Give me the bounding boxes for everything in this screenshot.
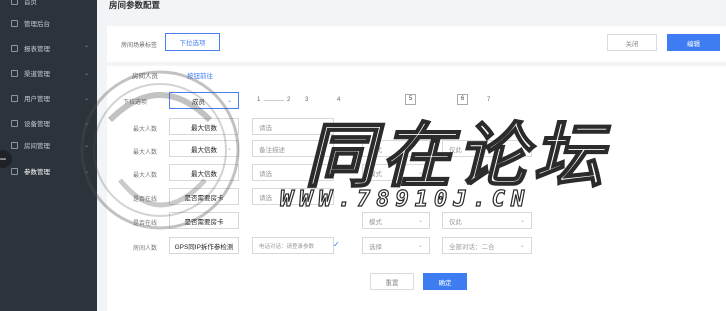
chevron-down-icon: ⌄ <box>417 218 423 224</box>
device-icon <box>11 119 18 127</box>
phone-dialog-field[interactable]: 电话对话：请登录参数 <box>252 237 334 254</box>
edit-button[interactable]: 编辑 <box>667 34 720 51</box>
row7-label: 房间人数 <box>132 246 157 252</box>
max-count-field-2[interactable]: 最大信数 ⌄ <box>169 140 239 157</box>
row4-input-b[interactable]: 模式 ⌄ <box>362 164 430 181</box>
row6-label: 是否在线 <box>132 221 157 227</box>
step-3: 3 <box>305 97 309 103</box>
row6-input-b[interactable]: 模式 ⌄ <box>362 212 430 229</box>
max-count-value: 最大信数 <box>191 146 217 154</box>
row5-label: 是否在线 <box>132 197 157 203</box>
check-icon: ✓ <box>333 240 340 249</box>
row1-label: 下拉选项 <box>122 100 147 106</box>
room-card-field[interactable]: 是否需要房卡 <box>169 188 239 205</box>
member-select[interactable]: 成员 ⌄ <box>169 92 239 109</box>
report-icon <box>11 44 18 52</box>
room-card-field-2[interactable]: 是否需要房卡 <box>169 212 239 229</box>
row4-input-b-text: 模式 <box>369 170 382 178</box>
row7-select[interactable]: 选择 ⌄ <box>362 237 430 254</box>
row5-input-a[interactable]: 请选 <box>252 188 334 205</box>
chevron-down-icon: ⌄ <box>519 243 525 249</box>
max-count-field[interactable]: 最大信数 <box>169 118 239 135</box>
step-2: 2 <box>287 97 291 103</box>
row6-input-c-text: 仅此 <box>449 218 462 226</box>
row3-label: 最大人数 <box>132 150 157 156</box>
room-icon <box>11 141 18 149</box>
sidebar-item-label: 参数管理 <box>24 169 50 176</box>
confirm-button[interactable]: 确定 <box>423 273 467 290</box>
row6-input-c[interactable]: 仅此 ⌄ <box>442 212 532 229</box>
chevron-down-icon: ⌄ <box>83 70 89 77</box>
chevron-down-icon: ⌄ <box>83 142 89 149</box>
remark-field[interactable]: 备注描述 <box>252 140 334 157</box>
sidebar-item-label: 首页 <box>24 0 37 6</box>
chevron-up-icon: ⌃ <box>83 45 89 52</box>
sidebar-item-admin[interactable]: 管理后台 <box>0 14 97 32</box>
sidebar-item-label: 设备管理 <box>24 121 50 128</box>
chevron-down-icon: ⌄ <box>417 243 423 249</box>
row4-input-a[interactable]: 请选 <box>252 164 334 181</box>
dropdown-option-button[interactable]: 下拉选项 <box>165 33 220 51</box>
chevron-down-icon: ⌄ <box>83 95 89 102</box>
row7-dialog-select[interactable]: 全部对话：二合 ⌄ <box>442 237 532 254</box>
chevron-down-icon: ⌄ <box>83 168 89 175</box>
row4-label: 最大人数 <box>132 173 157 179</box>
sidebar-item-label: 房间管理 <box>24 143 50 150</box>
tab-button-goto[interactable]: 按钮前往 <box>187 70 213 80</box>
reset-button[interactable]: 重置 <box>370 273 414 290</box>
step-box-5[interactable]: 5 <box>405 94 416 105</box>
member-select-value: 成员 <box>192 98 205 106</box>
sidebar-item-channels[interactable]: 渠道管理 ⌄ <box>0 64 97 82</box>
row2-input-a[interactable]: 请选 <box>252 118 334 135</box>
page-title: 房间参数配置 <box>109 0 161 10</box>
channel-icon <box>11 69 18 77</box>
sidebar-item-reports[interactable]: 报表管理 ⌃ <box>0 39 97 57</box>
chevron-down-icon: ⌄ <box>226 98 232 104</box>
sidebar-item-devices[interactable]: 设备管理 ⌄ <box>0 114 97 132</box>
sidebar-item-label: 报表管理 <box>24 46 50 53</box>
scene-label: 房间场景标签 <box>121 43 158 49</box>
sidebar-item-params[interactable]: 参数管理 ⌄ <box>0 162 97 180</box>
max-count-field-3[interactable]: 最大信数 <box>169 164 239 181</box>
close-button[interactable]: 关闭 <box>607 34 657 51</box>
home-icon <box>11 0 18 5</box>
sidebar-item-label: 管理后台 <box>24 21 50 28</box>
sidebar-item-users[interactable]: 用户管理 ⌄ <box>0 89 97 107</box>
sidebar-item-rooms[interactable]: 房间管理 ⌄ <box>0 136 97 154</box>
step-connector <box>264 100 284 101</box>
sidebar-item-label: 渠道管理 <box>24 71 50 78</box>
settings-icon <box>11 167 18 175</box>
main-content: 房间参数配置 房间场景标签 下拉选项 关闭 编辑 房间人员 按钮前往 下拉选项 … <box>97 0 726 311</box>
chevron-down-icon: ⌄ <box>226 146 232 152</box>
sidebar-item-label: 用户管理 <box>24 96 50 103</box>
top-card: 房间场景标签 下拉选项 关闭 编辑 <box>107 26 726 62</box>
row6-input-b-text: 模式 <box>369 218 382 226</box>
row7-dialog-value: 全部对话：二合 <box>449 243 495 251</box>
tab-room-members[interactable]: 房间人员 <box>132 70 158 80</box>
chevron-down-icon: ⌄ <box>417 170 423 176</box>
step-1: 1 <box>257 97 261 103</box>
row3-input-c[interactable]: 仅此 <box>442 140 532 157</box>
step-box-6[interactable]: 6 <box>457 94 468 105</box>
dashboard-icon <box>11 19 18 27</box>
step-7: 7 <box>487 97 491 103</box>
gps-check-field[interactable]: GPS同IP拆作参检测 <box>169 237 239 254</box>
chevron-down-icon: ⌄ <box>83 120 89 127</box>
row3-input-b[interactable]: 模式 <box>362 140 430 157</box>
chevron-down-icon: ⌄ <box>519 218 525 224</box>
step-4: 4 <box>337 97 341 103</box>
sidebar: 首页 管理后台 报表管理 ⌃ 渠道管理 ⌄ 用户管理 ⌄ 设备管理 ⌄ 房间管理… <box>0 0 97 311</box>
row7-select-value: 选择 <box>369 243 382 251</box>
row2-label: 最大人数 <box>132 127 157 133</box>
sidebar-item-home[interactable]: 首页 <box>0 0 97 10</box>
user-icon <box>11 94 18 102</box>
